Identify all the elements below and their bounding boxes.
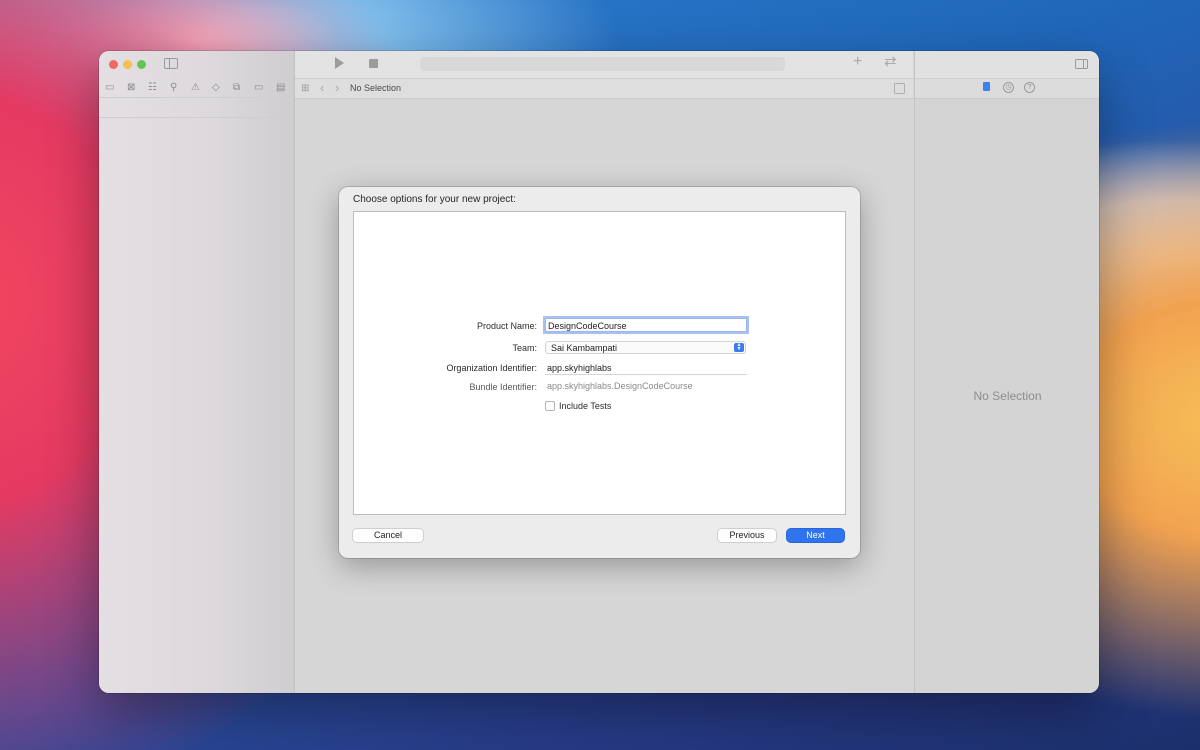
previous-button[interactable]: Previous — [718, 529, 776, 542]
inspector-tab-bar: ◷ ? — [915, 79, 1099, 99]
sidebar-toggle-icon[interactable] — [164, 58, 178, 69]
sidebar-divider — [99, 117, 294, 118]
chevron-right-icon[interactable]: › — [335, 81, 339, 95]
inspector-toggle-icon[interactable] — [1075, 59, 1088, 69]
organization-identifier-field[interactable]: app.skyhighlabs — [545, 361, 747, 375]
cancel-button[interactable]: Cancel — [353, 529, 423, 542]
new-project-options-dialog: Choose options for your new project: Pro… — [339, 187, 860, 558]
editor-jump-bar: ⊞ ‹ › No Selection — [295, 79, 913, 99]
breakpoint-icon[interactable]: ▭ — [254, 82, 263, 94]
zoom-window-button[interactable] — [137, 60, 146, 69]
include-tests-label[interactable]: Include Tests — [559, 401, 611, 411]
inspector-toolbar — [915, 51, 1099, 79]
activity-viewer — [420, 57, 785, 71]
organization-identifier-label: Organization Identifier: — [446, 363, 537, 373]
help-inspector-icon[interactable]: ? — [1024, 82, 1035, 93]
team-label: Team: — [512, 343, 537, 353]
next-button[interactable]: Next — [787, 529, 844, 542]
editor-title: No Selection — [350, 83, 402, 93]
find-icon[interactable]: ⚲ — [170, 82, 177, 94]
file-inspector-icon[interactable] — [983, 82, 990, 91]
navigator-tab-bar: ▭ ⊠ ☷ ⚲ ⚠ ◇ ⧉ ▭ ▤ — [99, 79, 294, 98]
debug-icon[interactable]: ⧉ — [233, 82, 240, 94]
library-plus-icon[interactable]: + — [853, 54, 862, 70]
source-control-icon[interactable]: ⊠ — [127, 82, 135, 94]
chevron-left-icon[interactable]: ‹ — [320, 81, 324, 95]
popup-stepper-icon: ▴ ▾ — [734, 342, 744, 352]
dialog-title: Choose options for your new project: — [353, 194, 516, 205]
team-popup-value: Sai Kambampati — [551, 343, 618, 353]
run-icon[interactable] — [335, 57, 344, 69]
bundle-identifier-value: app.skyhighlabs.DesignCodeCourse — [547, 381, 693, 391]
inspector-panel: ◷ ? No Selection — [914, 51, 1099, 693]
navigator-sidebar: ▭ ⊠ ☷ ⚲ ⚠ ◇ ⧉ ▭ ▤ — [99, 51, 295, 693]
related-items-grid-icon[interactable]: ⊞ — [301, 83, 309, 94]
team-popup[interactable]: Sai Kambampati ▴ ▾ — [545, 341, 746, 354]
split-editor-icon[interactable] — [894, 83, 905, 94]
code-review-swap-icon[interactable]: ⇄ — [884, 54, 897, 70]
toolbar: + ⇄ — [295, 51, 913, 79]
close-window-button[interactable] — [109, 60, 118, 69]
options-panel: Product Name: DesignCodeCourse Team: Sai… — [353, 211, 846, 515]
issue-icon[interactable]: ⚠ — [191, 82, 200, 94]
folder-icon[interactable]: ▭ — [105, 82, 114, 94]
history-inspector-icon[interactable]: ◷ — [1003, 82, 1014, 93]
product-name-field[interactable]: DesignCodeCourse — [545, 318, 747, 332]
product-name-label: Product Name: — [476, 321, 537, 331]
bundle-identifier-label: Bundle Identifier: — [469, 382, 537, 392]
test-icon[interactable]: ◇ — [212, 82, 220, 94]
symbol-icon[interactable]: ☷ — [148, 82, 157, 94]
report-icon[interactable]: ▤ — [276, 82, 285, 94]
window-controls — [99, 51, 294, 77]
inspector-no-selection: No Selection — [973, 389, 1042, 403]
include-tests-checkbox[interactable] — [545, 401, 555, 411]
minimize-window-button[interactable] — [123, 60, 132, 69]
stop-icon[interactable] — [369, 59, 378, 68]
